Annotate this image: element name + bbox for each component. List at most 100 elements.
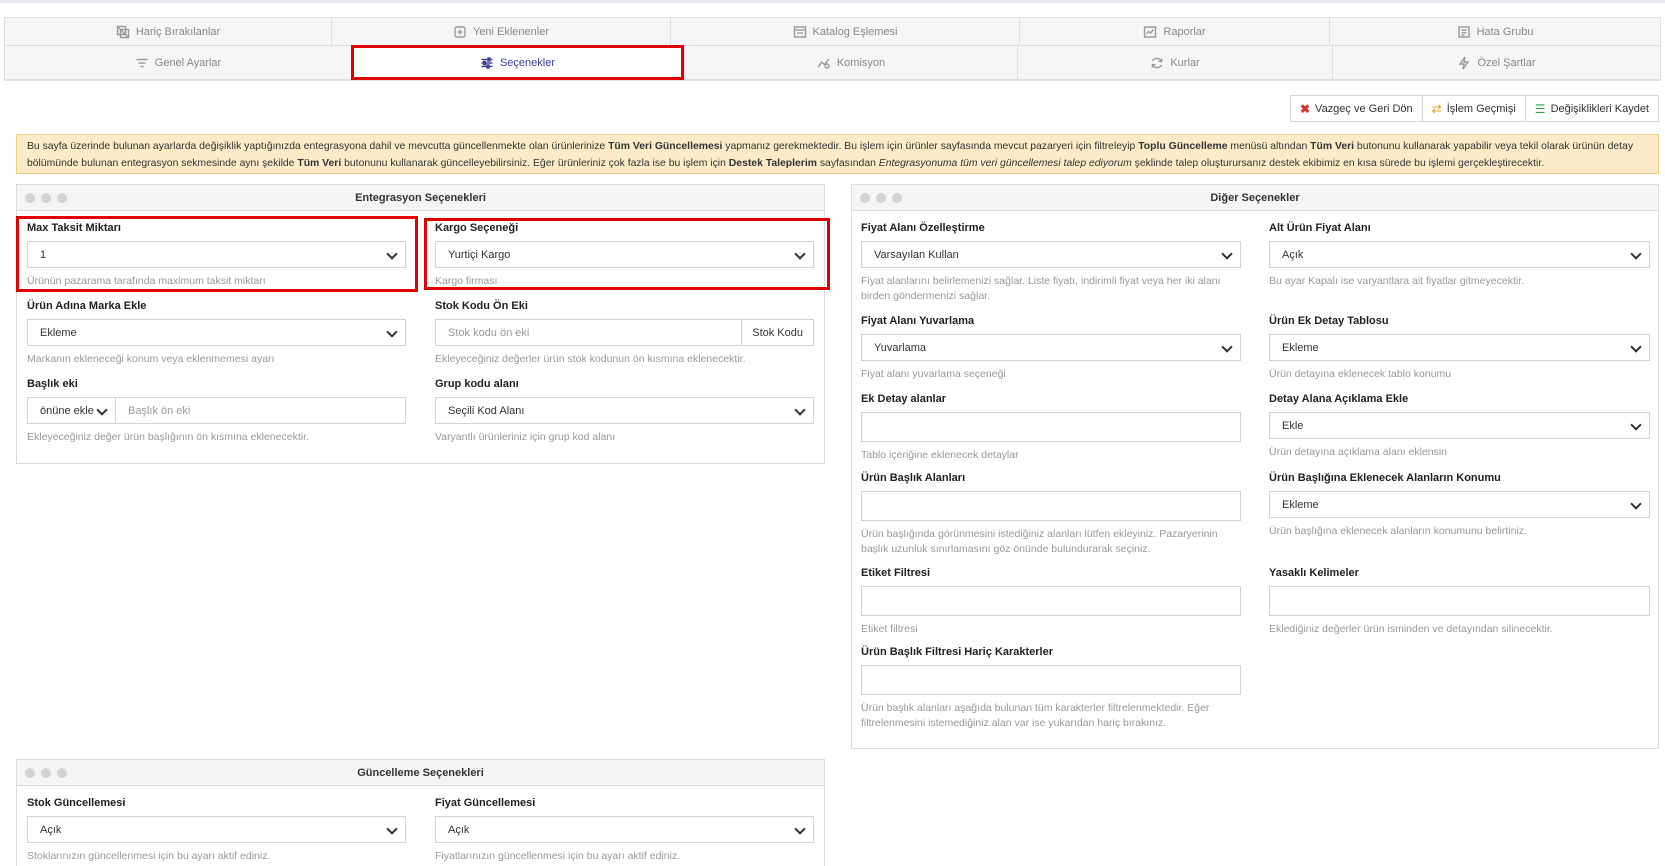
swap-icon: ⇄ [1431,101,1442,116]
price-update-select[interactable]: Açık [435,816,814,843]
field-label: Fiyat Güncellemesi [435,797,536,809]
tab-haric-birakilanlar[interactable]: Hariç Bırakılanlar [4,17,331,45]
select-value: Ekleme [1282,341,1319,354]
detail-desc-select[interactable]: Ekle [1269,412,1650,439]
cancel-button[interactable]: ✖ Vazgeç ve Geri Dön [1289,95,1423,122]
tab-kurlar[interactable]: Kurlar [1017,45,1332,80]
tab-hata-grubu[interactable]: Hata Grubu [1329,17,1661,45]
stock-code-addon: Stok Kodu [742,319,814,346]
price-custom-select[interactable]: Varsayılan Kullan [861,241,1241,268]
bolt-icon [1459,56,1470,69]
integration-options-panel: Entegrasyon Seçenekleri Max Taksit Mikta… [16,184,825,464]
alert-bold: Destek Taleplerim [728,158,817,169]
window-dots [25,193,67,203]
title-fields-input[interactable] [861,491,1241,521]
help-text: Ürün detayına açıklama alanı eklensin [1269,446,1448,458]
tab-label: Hata Grubu [1476,25,1534,38]
field-label: Alt Ürün Fiyat Alanı [1269,222,1371,234]
select-value: Açık [448,823,470,836]
select-value: Seçili Kod Alanı [448,404,525,417]
tab-komisyon[interactable]: Komisyon [684,45,1017,80]
field-label: Fiyat Alanı Yuvarlama [861,315,975,327]
tag-filter-input[interactable] [861,586,1241,616]
max-installment-select[interactable]: 1 [27,241,406,268]
panel-header: Entegrasyon Seçenekleri [17,185,824,211]
title-suffix-input[interactable]: Başlık ön eki [115,397,406,424]
cargo-field: Kargo Seçeneği Yurtiçi Kargo Kargo firma… [435,222,814,289]
brand-field: Ürün Adına Marka Ekle Ekleme Markanın ek… [27,300,406,367]
save-button[interactable]: ☰ Değişiklikleri Kaydet [1524,95,1659,122]
panel-header: Güncelleme Seçenekleri [17,760,824,786]
tabs-row-1: Hariç Bırakılanlar Yeni Eklenenler Katal… [4,17,1661,45]
action-bar: ✖ Vazgeç ve Geri Dön ⇄ İşlem Geçmişi ☰ D… [1289,95,1659,122]
tab-label: Kurlar [1170,56,1200,69]
input-group: önüne ekle Başlık ön eki [27,397,406,424]
extra-detail-field: Ek Detay alanlar Tablo içeriğine eklenec… [861,393,1241,463]
price-round-select[interactable]: Yuvarlama [861,334,1241,361]
tab-label: Katalog Eşlemesi [812,25,898,38]
catalog-icon [793,25,806,38]
alert-bold: Tüm Veri Güncellemesi [608,141,723,152]
group-code-field: Grup kodu alanı Seçili Kod Alanı Varyant… [435,378,814,445]
field-label: Ürün Başlığına Eklenecek Alanların Konum… [1269,472,1501,484]
group-code-select[interactable]: Seçili Kod Alanı [435,397,814,424]
title-fields-position-field: Ürün Başlığına Eklenecek Alanların Konum… [1269,472,1650,539]
title-filter-excl-input[interactable] [861,665,1241,695]
detail-table-select[interactable]: Ekleme [1269,334,1650,361]
chart-icon [817,58,830,69]
top-bar [0,0,1665,3]
help-text: Eklediğiniz değerler ürün isminden ve de… [1269,623,1553,635]
help-text: Ürün detayına eklenecek tablo konumu [1269,368,1452,380]
help-text: Fiyatlarınızın güncellenmesi için bu aya… [435,850,681,862]
stock-update-select[interactable]: Açık [27,816,406,843]
tab-secenekler[interactable]: Seçenekler [351,45,684,80]
tab-label: Komisyon [836,56,886,69]
brand-select[interactable]: Ekleme [27,319,406,346]
alert-text: şeklinde talep oluşturursanız destek eki… [1131,158,1545,169]
stock-prefix-input[interactable]: Stok kodu ön eki [435,319,743,346]
field-label: Ürün Başlık Alanları [861,472,966,484]
title-filter-excl-field: Ürün Başlık Filtresi Hariç Karakterler Ü… [861,646,1241,731]
help-text: Varyantlı ürünleriniz için grup kod alan… [435,431,616,443]
tab-yeni-eklenenler[interactable]: Yeni Eklenenler [331,17,670,45]
help-text: Fiyat alanı yuvarlama seçeneği [861,368,1006,380]
help-text: Ürünün pazarama tarafında maximum taksit… [27,275,266,287]
alert-text: butonunu kullanarak güncelleyebilirsiniz… [341,158,729,169]
tabs-divider [4,80,1661,81]
panel-title: Entegrasyon Seçenekleri [355,191,486,204]
input-group: Stok kodu ön eki Stok Kodu [435,319,814,346]
placeholder: Başlık ön eki [128,404,191,417]
alert-italic: Entegrasyonuma tüm veri güncellemesi tal… [878,158,1132,169]
tab-genel-ayarlar[interactable]: Genel Ayarlar [4,45,351,80]
help-text: Ürün başlık alanları aşağıda bulunan tüm… [861,702,1210,729]
alert-bold: Tüm Veri [1310,141,1355,152]
other-options-panel: Diğer Seçenekler Fiyat Alanı Özelleştirm… [851,184,1659,749]
tab-ozel-sartlar[interactable]: Özel Şartlar [1332,45,1661,80]
title-fields-position-select[interactable]: Ekleme [1269,491,1650,518]
cargo-select[interactable]: Yurtiçi Kargo [435,241,814,268]
error-group-icon [1457,25,1470,38]
extra-detail-input[interactable] [861,412,1241,442]
field-label: Max Taksit Miktarı [27,222,121,234]
help-text: Fiyat alanlarını belirlemenizi sağlar. L… [861,275,1221,302]
stock-prefix-field: Stok Kodu Ön Eki Stok kodu ön eki Stok K… [435,300,814,367]
price-custom-field: Fiyat Alanı Özelleştirme Varsayılan Kull… [861,222,1241,304]
detail-table-field: Ürün Ek Detay Tablosu Ekleme Ürün detayı… [1269,315,1650,382]
select-value: Yuvarlama [874,341,926,354]
close-icon: ✖ [1299,101,1311,116]
title-position-select[interactable]: önüne ekle [27,397,115,424]
tab-katalog-eslemesi[interactable]: Katalog Eşlemesi [670,17,1019,45]
tab-label: Hariç Bırakılanlar [135,25,221,38]
banned-words-field: Yasaklı Kelimeler Eklediğiniz değerler ü… [1269,567,1650,637]
stock-update-field: Stok Güncellemesi Açık Stoklarınızın gün… [27,797,406,864]
select-value: 1 [40,248,47,261]
history-button[interactable]: ⇄ İşlem Geçmişi [1421,95,1526,122]
field-label: Başlık eki [27,378,78,390]
select-value: önüne ekle [40,404,94,417]
sub-price-select[interactable]: Açık [1269,241,1650,268]
panel-header: Diğer Seçenekler [852,185,1658,211]
banned-words-input[interactable] [1269,586,1650,616]
placeholder: Stok kodu ön eki [448,326,530,339]
tab-raporlar[interactable]: Raporlar [1019,17,1329,45]
sub-price-field: Alt Ürün Fiyat Alanı Açık Bu ayar Kapalı… [1269,222,1650,289]
